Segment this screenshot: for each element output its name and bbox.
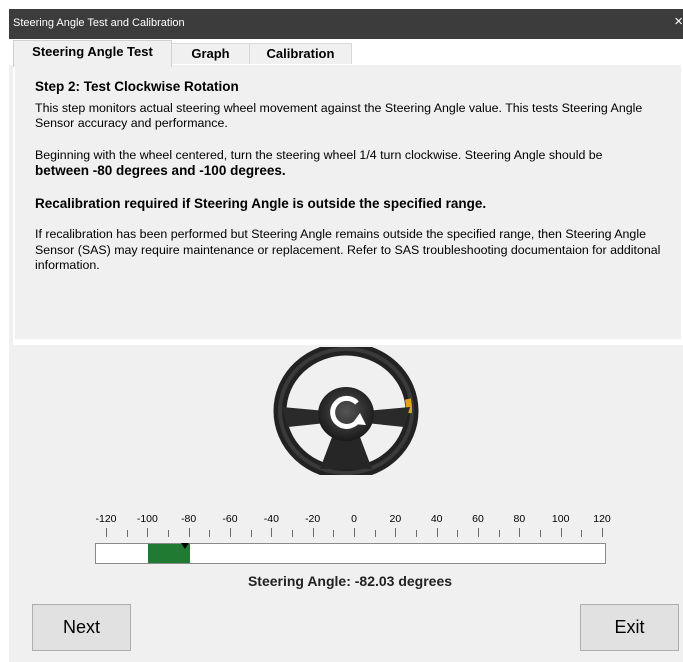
instruction-paragraph-2-lead: Beginning with the wheel centered, turn … [35, 147, 603, 162]
tab-steering-angle-test[interactable]: Steering Angle Test [13, 40, 172, 67]
scale-tick [561, 528, 562, 537]
scale-tick [106, 528, 107, 537]
scale-tick [271, 528, 272, 537]
scale-tick-label: -20 [305, 513, 321, 525]
scale-tick [437, 528, 438, 537]
scale-tick [292, 530, 293, 537]
title-bar: Steering Angle Test and Calibration × [9, 9, 683, 39]
instructions-panel: Step 2: Test Clockwise Rotation This ste… [13, 65, 683, 345]
scale-tick [478, 528, 479, 537]
instruction-paragraph-1: This step monitors actual steering wheel… [35, 100, 643, 131]
close-icon[interactable]: × [674, 13, 683, 30]
scale-tick-label: -60 [222, 513, 238, 525]
scale-tick [189, 528, 190, 537]
instruction-paragraph-2: Beginning with the wheel centered, turn … [35, 148, 665, 180]
scale-tick [581, 530, 582, 537]
current-angle-marker [181, 543, 190, 549]
scale-tick [209, 530, 210, 537]
scale-tick-label: 120 [593, 513, 611, 525]
scale-tick [333, 530, 334, 537]
exit-button[interactable]: Exit [580, 604, 679, 651]
scale-tick-label: 80 [513, 513, 526, 525]
scale-tick [519, 528, 520, 537]
tab-calibration[interactable]: Calibration [249, 43, 352, 64]
scale-tick [313, 528, 314, 537]
instruction-range: between -80 degrees and -100 degrees. [35, 163, 286, 178]
scale-tick [375, 530, 376, 537]
scale-tick [416, 530, 417, 537]
scale-tick-label: 40 [430, 513, 443, 525]
scale-tick-label: -80 [181, 513, 197, 525]
step-title: Step 2: Test Clockwise Rotation [35, 79, 239, 94]
scale-tick-label: -40 [263, 513, 279, 525]
scale-tick-label: 100 [551, 513, 570, 525]
instruction-paragraph-3: If recalibration has been performed but … [35, 227, 661, 272]
tab-strip: Steering Angle Test Graph Calibration [9, 39, 683, 67]
scale-tick [230, 528, 231, 537]
steering-wheel-icon [268, 342, 424, 480]
scale-tick [127, 530, 128, 537]
scale-tick [457, 530, 458, 537]
scale-tick-label: 60 [472, 513, 484, 525]
scale-tick [540, 530, 541, 537]
scale-tick [499, 530, 500, 537]
calibration-window: Steering Angle Test and Calibration × St… [9, 9, 683, 662]
window-title: Steering Angle Test and Calibration [13, 17, 185, 29]
angle-bar [95, 543, 606, 564]
scale-tick-label: -100 [136, 513, 158, 525]
scale-tick [147, 528, 148, 537]
scale-tick [395, 528, 396, 537]
scale-tick [602, 528, 603, 537]
scale-tick-label: 20 [389, 513, 402, 525]
recalibration-warning: Recalibration required if Steering Angle… [35, 195, 487, 211]
scale-tick [354, 528, 355, 537]
scale-tick-label: -120 [95, 513, 117, 525]
steering-angle-readout: Steering Angle: -82.03 degrees [247, 573, 453, 589]
scale-tick [251, 530, 252, 537]
next-button[interactable]: Next [32, 604, 131, 651]
tab-graph[interactable]: Graph [170, 43, 251, 64]
scale-tick-label: 0 [351, 513, 357, 525]
scale-tick [168, 530, 169, 537]
